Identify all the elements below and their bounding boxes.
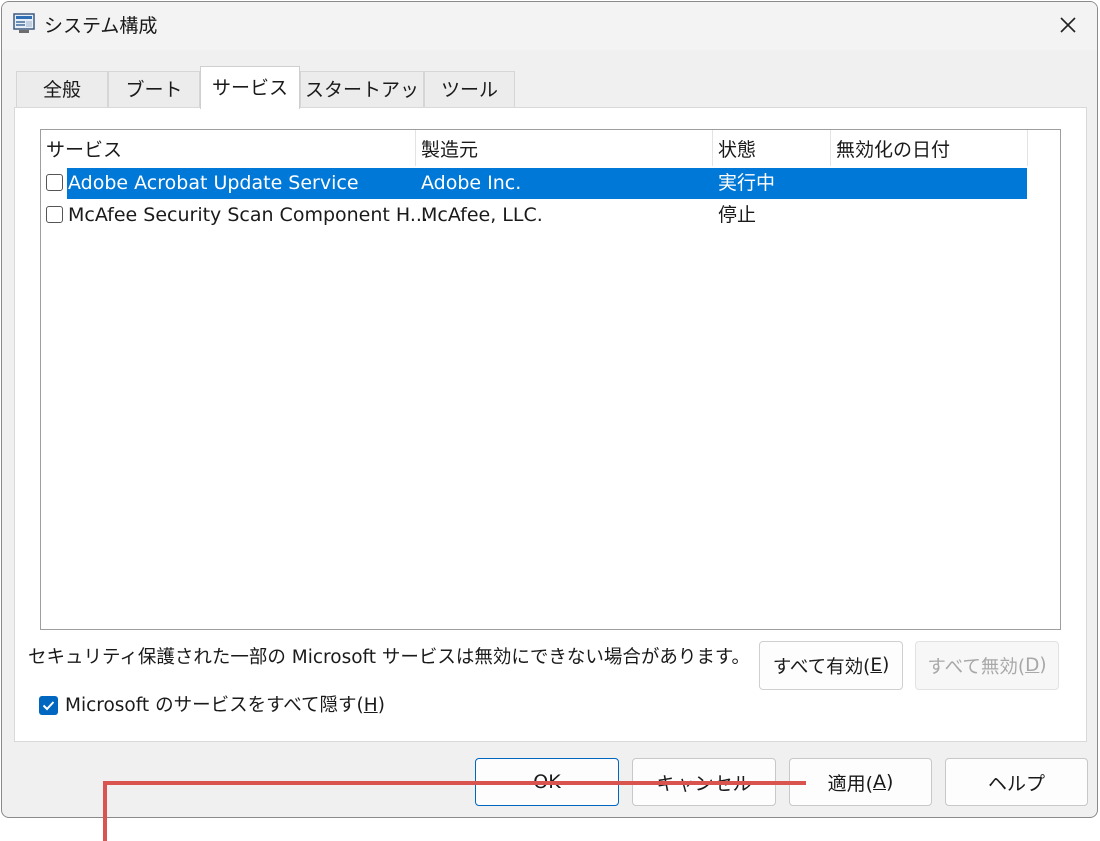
- window-title: システム構成: [44, 15, 158, 37]
- enable-all-label-end: ): [882, 655, 890, 676]
- enable-all-accelerator: E: [870, 655, 883, 676]
- service-checkbox[interactable]: [46, 206, 63, 223]
- title-bar[interactable]: システム構成: [2, 2, 1097, 50]
- apply-label-end: ): [886, 771, 894, 793]
- service-maker: McAfee, LLC.: [421, 204, 543, 226]
- system-config-window: システム構成 全般 ブート サービス スタートアップ ツール サービス 製造元 …: [1, 1, 1098, 818]
- services-list[interactable]: サービス 製造元 状態 無効化の日付 Adobe Acrobat Update …: [40, 129, 1061, 630]
- column-header-service[interactable]: サービス: [41, 130, 416, 166]
- tab-startup[interactable]: スタートアップ: [300, 71, 424, 137]
- help-button[interactable]: ヘルプ: [945, 758, 1088, 806]
- column-header-disabled-date[interactable]: 無効化の日付: [831, 130, 1028, 166]
- disable-all-button[interactable]: すべて無効(D): [915, 641, 1059, 690]
- disable-all-label-end: ): [1039, 655, 1047, 676]
- close-button[interactable]: [1047, 6, 1089, 44]
- service-status: 実行中: [718, 172, 776, 194]
- enable-all-button[interactable]: すべて有効(E): [759, 641, 903, 690]
- service-name: Adobe Acrobat Update Service: [68, 172, 359, 194]
- column-header-status[interactable]: 状態: [713, 130, 831, 166]
- hide-microsoft-label-end: ): [377, 695, 385, 716]
- table-row[interactable]: McAfee Security Scan Component H... McAf…: [41, 200, 1028, 231]
- tab-services[interactable]: サービス: [200, 66, 300, 109]
- enable-all-label: すべて有効(: [772, 656, 871, 678]
- security-notice: セキュリティ保護された一部の Microsoft サービスは無効にできない場合が…: [28, 647, 750, 668]
- service-checkbox[interactable]: [46, 174, 63, 191]
- service-status: 停止: [718, 204, 757, 226]
- services-panel: サービス 製造元 状態 無効化の日付 Adobe Acrobat Update …: [14, 107, 1087, 742]
- apply-label: 適用(: [827, 772, 873, 795]
- checkmark-icon: [42, 701, 55, 711]
- annotation-line-horizontal: [103, 781, 806, 785]
- tab-boot[interactable]: ブート: [108, 71, 200, 108]
- system-config-app-icon: [13, 13, 35, 33]
- disable-all-label: すべて無効(: [927, 656, 1026, 678]
- hide-microsoft-checkbox[interactable]: [39, 696, 58, 715]
- tab-general[interactable]: 全般: [16, 71, 108, 108]
- annotation-line-vertical: [103, 781, 107, 841]
- service-maker: Adobe Inc.: [421, 172, 522, 194]
- hide-microsoft-label: Microsoft のサービスをすべて隠す(H): [65, 693, 385, 719]
- service-name: McAfee Security Scan Component H...: [68, 204, 428, 226]
- hide-microsoft-label-text: Microsoft のサービスをすべて隠す(: [65, 695, 364, 716]
- list-header: サービス 製造元 状態 無効化の日付: [41, 130, 1028, 166]
- tab-tools[interactable]: ツール: [424, 71, 515, 108]
- table-row[interactable]: Adobe Acrobat Update Service Adobe Inc. …: [41, 168, 1028, 199]
- apply-button[interactable]: 適用(A): [789, 758, 932, 806]
- apply-accelerator: A: [873, 771, 886, 793]
- hide-microsoft-accelerator: H: [363, 695, 378, 716]
- disable-all-accelerator: D: [1025, 655, 1040, 676]
- close-icon: [1060, 17, 1076, 33]
- column-header-maker[interactable]: 製造元: [416, 130, 713, 166]
